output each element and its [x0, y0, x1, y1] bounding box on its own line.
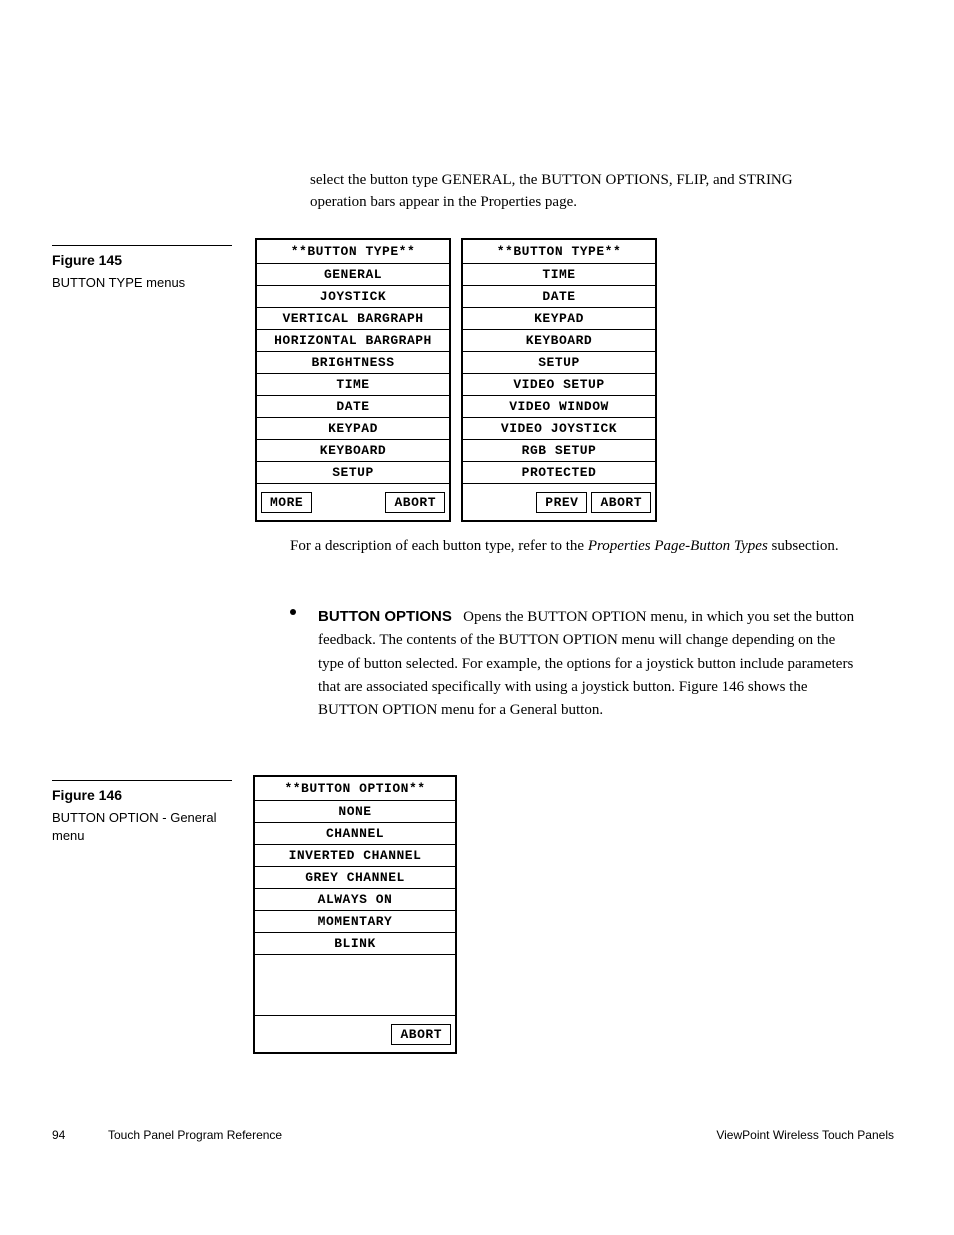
menu-footer: ABORT	[255, 1015, 455, 1052]
description-paragraph: For a description of each button type, r…	[290, 536, 845, 558]
menu-item: VIDEO WINDOW	[463, 395, 655, 417]
menu-footer: MORE ABORT	[257, 483, 449, 520]
menu-item: HORIZONTAL BARGRAPH	[257, 329, 449, 351]
menu-gap	[255, 954, 455, 1015]
figure-145-label: Figure 145 BUTTON TYPE menus	[52, 245, 232, 292]
desc-pre: For a description of each button type, r…	[290, 538, 588, 554]
menu-item: GENERAL	[257, 263, 449, 285]
button-type-menu-1: **BUTTON TYPE** GENERAL JOYSTICK VERTICA…	[255, 238, 451, 522]
figure-number: Figure 145	[52, 252, 232, 268]
menu-item: DATE	[463, 285, 655, 307]
figure-caption: BUTTON TYPE menus	[52, 274, 232, 292]
menu-header: **BUTTON TYPE**	[257, 240, 449, 263]
menu-item: ALWAYS ON	[255, 888, 455, 910]
menu-item: KEYPAD	[257, 417, 449, 439]
menu-item: BRIGHTNESS	[257, 351, 449, 373]
figure-146-label: Figure 146 BUTTON OPTION - General menu	[52, 780, 232, 845]
menu-footer: PREV ABORT	[463, 483, 655, 520]
menu-item: PROTECTED	[463, 461, 655, 483]
desc-italic: Properties Page-Button Types	[588, 538, 768, 554]
menu-item: CHANNEL	[255, 822, 455, 844]
desc-post: subsection.	[768, 538, 839, 554]
bullet-item: BUTTON OPTIONS Opens the BUTTON OPTION m…	[290, 605, 855, 722]
menu-item: GREY CHANNEL	[255, 866, 455, 888]
bullet-icon	[290, 609, 296, 615]
menu-item: RGB SETUP	[463, 439, 655, 461]
menu-header: **BUTTON TYPE**	[463, 240, 655, 263]
footer-center: Touch Panel Program Reference	[108, 1128, 282, 1142]
menu-item: BLINK	[255, 932, 455, 954]
page-number: 94	[52, 1128, 92, 1142]
menu-item: TIME	[257, 373, 449, 395]
menu-item: INVERTED CHANNEL	[255, 844, 455, 866]
figure-146-menu: **BUTTON OPTION** NONE CHANNEL INVERTED …	[253, 775, 457, 1054]
bullet-lead: BUTTON OPTIONS	[318, 608, 452, 625]
menu-item: VERTICAL BARGRAPH	[257, 307, 449, 329]
menu-item: MOMENTARY	[255, 910, 455, 932]
menu-item: NONE	[255, 800, 455, 822]
more-button: MORE	[261, 492, 312, 513]
intro-paragraph: select the button type GENERAL, the BUTT…	[310, 170, 850, 214]
menu-item: KEYPAD	[463, 307, 655, 329]
abort-button: ABORT	[385, 492, 445, 513]
menu-item: TIME	[463, 263, 655, 285]
menu-item: JOYSTICK	[257, 285, 449, 307]
button-type-menu-2: **BUTTON TYPE** TIME DATE KEYPAD KEYBOAR…	[461, 238, 657, 522]
menu-item: DATE	[257, 395, 449, 417]
figure-caption: BUTTON OPTION - General menu	[52, 809, 232, 845]
figure-145-menus: **BUTTON TYPE** GENERAL JOYSTICK VERTICA…	[255, 238, 657, 522]
abort-button: ABORT	[391, 1024, 451, 1045]
menu-item: SETUP	[257, 461, 449, 483]
menu-header: **BUTTON OPTION**	[255, 777, 455, 800]
menu-item: KEYBOARD	[463, 329, 655, 351]
menu-item: VIDEO JOYSTICK	[463, 417, 655, 439]
bullet-body: Opens the BUTTON OPTION menu, in which y…	[318, 609, 854, 718]
prev-button: PREV	[536, 492, 587, 513]
menu-item: SETUP	[463, 351, 655, 373]
abort-button: ABORT	[591, 492, 651, 513]
menu-item: VIDEO SETUP	[463, 373, 655, 395]
bullet-text: BUTTON OPTIONS Opens the BUTTON OPTION m…	[318, 605, 855, 722]
figure-number: Figure 146	[52, 787, 232, 803]
footer-right: ViewPoint Wireless Touch Panels	[716, 1128, 894, 1142]
button-option-menu: **BUTTON OPTION** NONE CHANNEL INVERTED …	[253, 775, 457, 1054]
page-footer: 94 Touch Panel Program Reference ViewPoi…	[52, 1128, 894, 1142]
menu-item: KEYBOARD	[257, 439, 449, 461]
